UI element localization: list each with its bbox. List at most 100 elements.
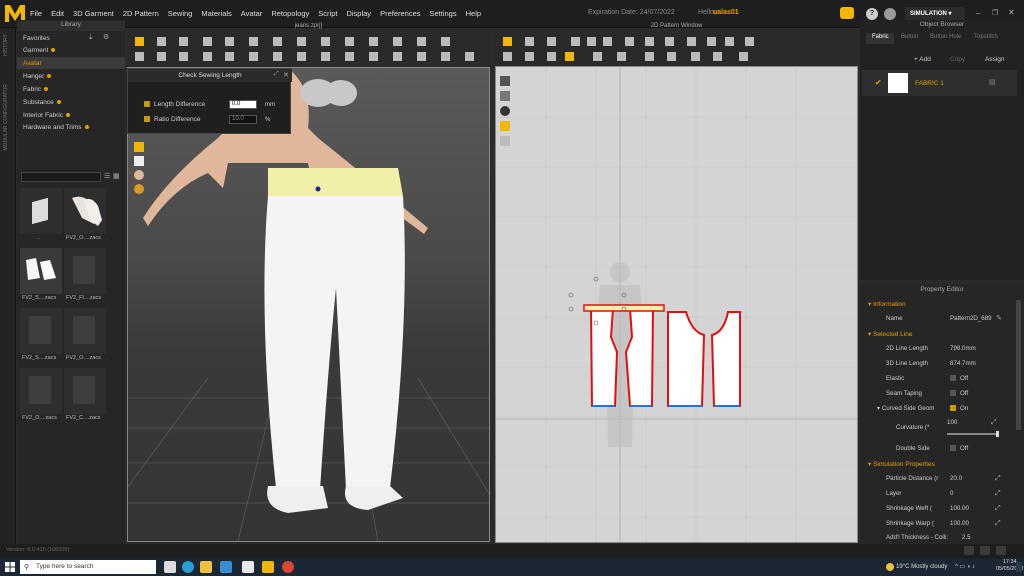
menu-display[interactable]: Display: [346, 9, 371, 18]
segment-icon[interactable]: [500, 91, 510, 101]
help-icon[interactable]: ?: [866, 8, 878, 20]
library-item-garment[interactable]: Garment: [23, 47, 56, 54]
close-icon[interactable]: ✕: [1008, 8, 1015, 17]
curvature-slider[interactable]: [947, 433, 999, 435]
edit-icon[interactable]: ⤢: [995, 490, 1001, 498]
notification-icon[interactable]: [1016, 562, 1022, 572]
texture-icon[interactable]: [134, 156, 144, 166]
pin-icon[interactable]: ⤢: [274, 71, 279, 78]
checkbox-icon[interactable]: [950, 405, 956, 412]
system-tray-icons[interactable]: ^ ▭ ◖ ♪: [955, 563, 975, 570]
windows-start-icon[interactable]: [5, 562, 15, 572]
property-scrollbar[interactable]: [1016, 300, 1021, 430]
section-information[interactable]: ▾ Information: [868, 300, 906, 308]
chrome-icon[interactable]: [282, 561, 294, 573]
add-button[interactable]: + Add: [914, 56, 931, 63]
length-difference-input[interactable]: 0.0: [229, 100, 257, 109]
mode-selector[interactable]: SIMULATION ▾: [905, 7, 965, 21]
pattern-icon[interactable]: [500, 121, 510, 131]
fabric-options-icon[interactable]: ▤: [989, 78, 996, 86]
shrinkage-warp-value[interactable]: 100.00: [950, 520, 969, 527]
library-item-hanger[interactable]: Hanger: [23, 73, 52, 80]
thumb-parent-folder[interactable]: [20, 188, 62, 234]
length-difference-row[interactable]: Length Difference: [144, 101, 205, 108]
section-selected-line[interactable]: ▾ Selected Line: [868, 330, 912, 338]
menu-settings[interactable]: Settings: [430, 9, 457, 18]
toolbar-2d-icons[interactable]: [495, 32, 858, 64]
menu-file[interactable]: File: [30, 9, 42, 18]
measure-icon[interactable]: [134, 184, 144, 194]
checkbox-icon[interactable]: [950, 375, 956, 382]
ratio-difference-row[interactable]: Ratio Difference: [144, 116, 201, 123]
tab-button-hole[interactable]: Button Hole: [930, 34, 961, 40]
elastic-toggle[interactable]: Off: [950, 375, 968, 382]
menu-help[interactable]: Help: [466, 9, 481, 18]
thumb-file[interactable]: [20, 308, 62, 354]
tab-modular-configurator[interactable]: MODULAR CONFIGURATOR: [3, 84, 9, 150]
tab-fabric[interactable]: Fabric: [872, 34, 889, 40]
avatar-display-icon[interactable]: [134, 170, 144, 180]
clo-app-icon[interactable]: [262, 561, 274, 573]
checkbox-icon[interactable]: [144, 101, 150, 108]
curvature-slider-handle[interactable]: [996, 431, 999, 437]
info-icon[interactable]: [500, 106, 510, 116]
taskbar-search-input[interactable]: Type here to search: [20, 560, 156, 574]
edit-icon[interactable]: ⤢: [995, 505, 1001, 513]
thickness-value[interactable]: 2.5: [962, 534, 971, 541]
thumb-file[interactable]: [64, 368, 106, 414]
checkbox-icon[interactable]: [950, 445, 956, 452]
menu-3d-garment[interactable]: 3D Garment: [73, 9, 114, 18]
minimize-icon[interactable]: –: [976, 9, 980, 18]
ruler-icon[interactable]: [500, 76, 510, 86]
curved-side-label[interactable]: ▾ Curved Side Geom: [877, 405, 934, 412]
menu-script[interactable]: Script: [318, 9, 337, 18]
library-item-substance[interactable]: Substance: [23, 99, 61, 106]
weather-text[interactable]: 19°C Mostly cloudy: [896, 564, 947, 570]
edit-icon[interactable]: ⤢: [991, 419, 997, 427]
edit-icon[interactable]: ⤢: [995, 475, 1001, 483]
checkbox-icon[interactable]: [950, 390, 956, 397]
panel-button[interactable]: [996, 546, 1006, 555]
menu-sewing[interactable]: Sewing: [168, 9, 193, 18]
thumb-shoe-sneakers[interactable]: [20, 248, 62, 294]
ratio-difference-input[interactable]: 10.0: [229, 115, 257, 124]
menu-edit[interactable]: Edit: [51, 9, 64, 18]
menu-2d-pattern[interactable]: 2D Pattern: [123, 9, 159, 18]
tab-history[interactable]: HISTORY: [3, 34, 9, 56]
panel-button[interactable]: [964, 546, 974, 555]
layer-value[interactable]: 0: [950, 490, 953, 497]
grid-view-icon[interactable]: ▦: [113, 172, 120, 180]
name-value[interactable]: Pattern2D_689: [950, 315, 992, 322]
tab-button[interactable]: Button: [901, 34, 918, 40]
library-item-hardware[interactable]: Hardware and Trims: [23, 124, 89, 131]
task-view-icon[interactable]: [164, 561, 176, 573]
library-item-favorites[interactable]: Favorites: [23, 35, 50, 42]
thumb-file[interactable]: [64, 248, 106, 294]
viewport-3d[interactable]: [87, 67, 519, 542]
app-icon[interactable]: [242, 561, 254, 573]
cloud-icon[interactable]: [840, 7, 854, 19]
menu-retopology[interactable]: Retopology: [271, 9, 309, 18]
double-side-toggle[interactable]: Off: [950, 445, 968, 452]
library-item-fabric[interactable]: Fabric: [23, 86, 49, 93]
assign-button[interactable]: Assign: [985, 56, 1005, 63]
edge-icon[interactable]: [182, 561, 194, 573]
menu-avatar[interactable]: Avatar: [241, 9, 263, 18]
menu-materials[interactable]: Materials: [201, 9, 231, 18]
list-view-icon[interactable]: ☰: [104, 172, 110, 180]
pattern-window-canvas[interactable]: [495, 66, 858, 543]
curvature-value[interactable]: 100: [947, 419, 957, 426]
tab-topstitch[interactable]: Topstitch: [974, 34, 998, 40]
username[interactable]: ualas01: [713, 9, 739, 16]
particle-distance-value[interactable]: 20.0: [950, 475, 962, 482]
toolbar-3d-icons[interactable]: [127, 32, 490, 64]
library-search-input[interactable]: [21, 172, 101, 182]
copy-button[interactable]: Copy: [950, 56, 965, 63]
menu-preferences[interactable]: Preferences: [380, 9, 420, 18]
library-item-avatar[interactable]: Avatar: [23, 60, 42, 67]
dialog-close-icon[interactable]: ✕: [283, 71, 289, 79]
checkbox-icon[interactable]: [144, 116, 150, 123]
avatar-icon[interactable]: [884, 8, 896, 20]
app-icon[interactable]: [220, 561, 232, 573]
edit-icon[interactable]: ✎: [996, 314, 1002, 322]
